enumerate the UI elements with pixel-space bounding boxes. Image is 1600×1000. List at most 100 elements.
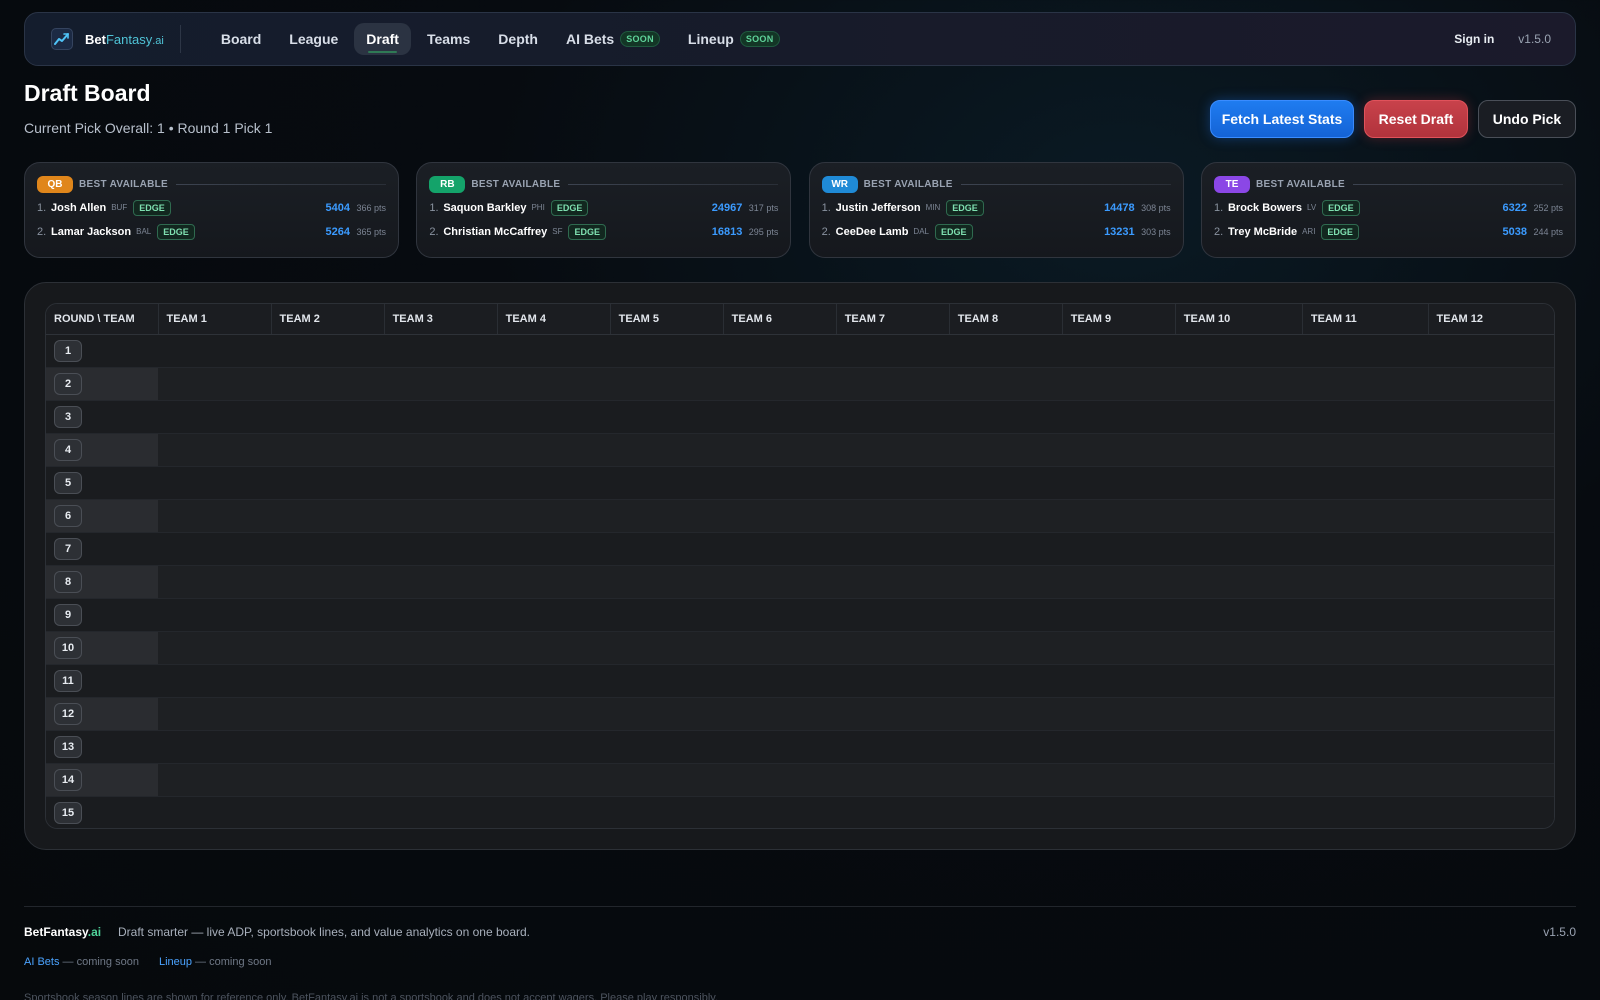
pick-cell[interactable] — [271, 631, 385, 665]
pick-cell[interactable] — [158, 697, 272, 731]
pick-cell[interactable] — [1302, 664, 1429, 698]
pick-cell[interactable] — [610, 532, 724, 566]
pick-cell[interactable] — [836, 499, 950, 533]
footer-link-lineup[interactable]: Lineup — [159, 956, 192, 968]
pick-cell[interactable] — [949, 433, 1063, 467]
pick-cell[interactable] — [1062, 763, 1176, 797]
pick-cell[interactable] — [384, 400, 498, 434]
pick-cell[interactable] — [1062, 664, 1176, 698]
pick-cell[interactable] — [1062, 400, 1176, 434]
pick-cell[interactable] — [610, 433, 724, 467]
pick-cell[interactable] — [384, 466, 498, 500]
pick-cell[interactable] — [384, 565, 498, 599]
pick-cell[interactable] — [723, 433, 837, 467]
pick-cell[interactable] — [1428, 466, 1554, 500]
pick-cell[interactable] — [1428, 565, 1554, 599]
pick-cell[interactable] — [610, 664, 724, 698]
pick-cell[interactable] — [384, 433, 498, 467]
pick-cell[interactable] — [949, 730, 1063, 764]
pick-cell[interactable] — [384, 598, 498, 632]
pick-cell[interactable] — [949, 466, 1063, 500]
pick-cell[interactable] — [271, 532, 385, 566]
pick-cell[interactable] — [836, 433, 950, 467]
pick-cell[interactable] — [497, 400, 611, 434]
pick-cell[interactable] — [949, 565, 1063, 599]
pick-cell[interactable] — [271, 664, 385, 698]
pick-cell[interactable] — [1175, 598, 1303, 632]
player-row[interactable]: 2. Trey McBride ARI EDGE 5038 244 pts — [1214, 220, 1563, 243]
player-row[interactable]: 2. Lamar Jackson BAL EDGE 5264 365 pts — [37, 220, 386, 243]
footer-link-ai-bets[interactable]: AI Bets — [24, 956, 59, 968]
pick-cell[interactable] — [1302, 532, 1429, 566]
pick-cell[interactable] — [1428, 367, 1554, 401]
pick-cell[interactable] — [1175, 796, 1303, 828]
pick-cell[interactable] — [723, 400, 837, 434]
pick-cell[interactable] — [610, 334, 724, 368]
pick-cell[interactable] — [1302, 697, 1429, 731]
pick-cell[interactable] — [723, 598, 837, 632]
pick-cell[interactable] — [271, 466, 385, 500]
pick-cell[interactable] — [723, 367, 837, 401]
pick-cell[interactable] — [1175, 334, 1303, 368]
pick-cell[interactable] — [723, 499, 837, 533]
nav-lineup[interactable]: Lineup SOON — [676, 23, 792, 55]
nav-board[interactable]: Board — [209, 23, 273, 55]
pick-cell[interactable] — [1302, 400, 1429, 434]
pick-cell[interactable] — [610, 466, 724, 500]
pick-cell[interactable] — [158, 796, 272, 828]
pick-cell[interactable] — [271, 334, 385, 368]
pick-cell[interactable] — [723, 631, 837, 665]
sign-in-link[interactable]: Sign in — [1454, 32, 1494, 46]
pick-cell[interactable] — [384, 664, 498, 698]
pick-cell[interactable] — [1062, 730, 1176, 764]
pick-cell[interactable] — [1302, 433, 1429, 467]
pick-cell[interactable] — [836, 730, 950, 764]
pick-cell[interactable] — [836, 697, 950, 731]
pick-cell[interactable] — [723, 763, 837, 797]
pick-cell[interactable] — [1175, 730, 1303, 764]
pick-cell[interactable] — [1428, 796, 1554, 828]
brand[interactable]: BetFantasy.ai — [51, 25, 181, 53]
pick-cell[interactable] — [610, 697, 724, 731]
pick-cell[interactable] — [836, 367, 950, 401]
pick-cell[interactable] — [158, 499, 272, 533]
reset-draft-button[interactable]: Reset Draft — [1364, 100, 1468, 138]
player-row[interactable]: 1. Justin Jefferson MIN EDGE 14478 308 p… — [822, 196, 1171, 219]
pick-cell[interactable] — [1175, 367, 1303, 401]
pick-cell[interactable] — [610, 400, 724, 434]
pick-cell[interactable] — [1062, 697, 1176, 731]
pick-cell[interactable] — [723, 532, 837, 566]
pick-cell[interactable] — [384, 334, 498, 368]
pick-cell[interactable] — [1302, 763, 1429, 797]
pick-cell[interactable] — [836, 598, 950, 632]
pick-cell[interactable] — [158, 730, 272, 764]
nav-ai-bets[interactable]: AI Bets SOON — [554, 23, 672, 55]
player-row[interactable]: 2. Christian McCaffrey SF EDGE 16813 295… — [429, 220, 778, 243]
pick-cell[interactable] — [158, 400, 272, 434]
pick-cell[interactable] — [610, 565, 724, 599]
pick-cell[interactable] — [271, 565, 385, 599]
pick-cell[interactable] — [1428, 763, 1554, 797]
pick-cell[interactable] — [497, 565, 611, 599]
pick-cell[interactable] — [1428, 334, 1554, 368]
pick-cell[interactable] — [1302, 796, 1429, 828]
pick-cell[interactable] — [1175, 565, 1303, 599]
pick-cell[interactable] — [610, 367, 724, 401]
pick-cell[interactable] — [271, 499, 385, 533]
pick-cell[interactable] — [158, 466, 272, 500]
pick-cell[interactable] — [836, 664, 950, 698]
pick-cell[interactable] — [158, 532, 272, 566]
pick-cell[interactable] — [271, 433, 385, 467]
pick-cell[interactable] — [271, 400, 385, 434]
pick-cell[interactable] — [1062, 433, 1176, 467]
pick-cell[interactable] — [723, 466, 837, 500]
pick-cell[interactable] — [1175, 466, 1303, 500]
pick-cell[interactable] — [836, 532, 950, 566]
pick-cell[interactable] — [158, 367, 272, 401]
pick-cell[interactable] — [1428, 433, 1554, 467]
pick-cell[interactable] — [1175, 763, 1303, 797]
pick-cell[interactable] — [836, 631, 950, 665]
pick-cell[interactable] — [1175, 499, 1303, 533]
pick-cell[interactable] — [610, 598, 724, 632]
pick-cell[interactable] — [610, 763, 724, 797]
